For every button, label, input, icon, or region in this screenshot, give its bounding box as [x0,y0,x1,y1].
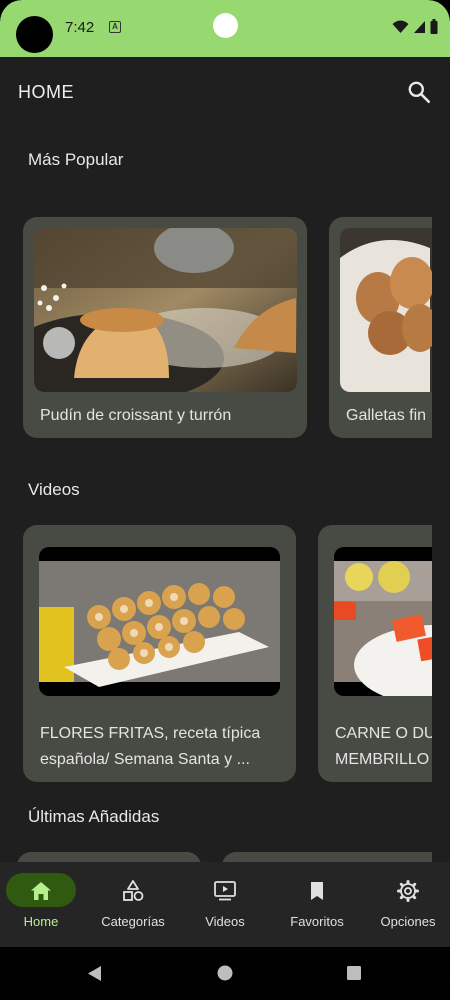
categories-icon [123,880,144,901]
section-title-latest: Últimas Añadidas [28,807,160,826]
recipe-image [340,228,432,392]
nav-item-categories[interactable]: Categorías [88,862,178,947]
video-icon [214,881,236,901]
nav-item-videos[interactable]: Videos [180,862,270,947]
video-title-line1: CARNE O DU [335,725,432,742]
popular-card[interactable]: Pudín de croissant y turrón [23,217,307,438]
video-title-line2: MEMBRILLO [335,751,430,768]
battery-icon [430,19,438,34]
recipe-image [34,228,297,392]
popular-carousel[interactable]: Pudín de croissant y turrón Galletas fin [0,217,432,439]
latest-carousel[interactable] [0,852,432,862]
gear-icon [397,880,419,902]
back-icon[interactable] [86,965,102,982]
system-navigation-bar [0,947,450,1000]
bookmark-icon [311,882,323,900]
phone-screen: 7:42 A HOME Más Popular Pudín de croissa… [0,0,450,1000]
status-time: 7:42 [65,19,95,36]
nav-item-favorites[interactable]: Favoritos [272,862,362,947]
video-thumbnail [334,547,432,696]
latest-card[interactable] [222,852,432,862]
app-bar: HOME [0,57,450,127]
nav-label: Videos [205,914,245,929]
video-title-line1: FLORES FRITAS, receta típica [40,725,261,742]
section-title-videos: Videos [28,480,80,499]
card-title: Pudín de croissant y turrón [40,407,232,424]
videos-carousel[interactable]: FLORES FRITAS, receta típica española/ S… [0,525,432,783]
bottom-navigation: Home Categorías Videos Favoritos Opcione… [0,862,450,947]
search-icon[interactable] [406,79,432,105]
notification-icon: A [109,21,121,33]
video-card[interactable]: FLORES FRITAS, receta típica española/ S… [23,525,296,782]
video-title-line2: española/ Semana Santa y ... [40,751,250,768]
home-circle-icon[interactable] [217,965,233,981]
video-thumbnail [39,547,280,696]
nav-item-options[interactable]: Opciones [363,862,450,947]
front-camera [213,13,238,38]
nav-label: Opciones [380,914,436,929]
camera-cutout [16,16,53,53]
nav-label: Home [23,914,59,929]
nav-label: Categorías [101,914,165,929]
status-icons [392,19,438,34]
video-card[interactable]: CARNE O DU MEMBRILLO [318,525,432,782]
wifi-icon [392,20,409,33]
recents-icon[interactable] [346,965,362,981]
home-icon [31,882,51,900]
signal-icon [414,20,425,33]
nav-item-home[interactable]: Home [0,862,90,947]
latest-card[interactable] [17,852,201,862]
nav-label: Favoritos [290,914,344,929]
page-title: HOME [18,82,74,102]
section-title-popular: Más Popular [28,150,124,169]
popular-card[interactable]: Galletas fin [329,217,432,438]
status-bar: 7:42 A [0,0,450,57]
card-title: Galletas fin [346,407,427,424]
